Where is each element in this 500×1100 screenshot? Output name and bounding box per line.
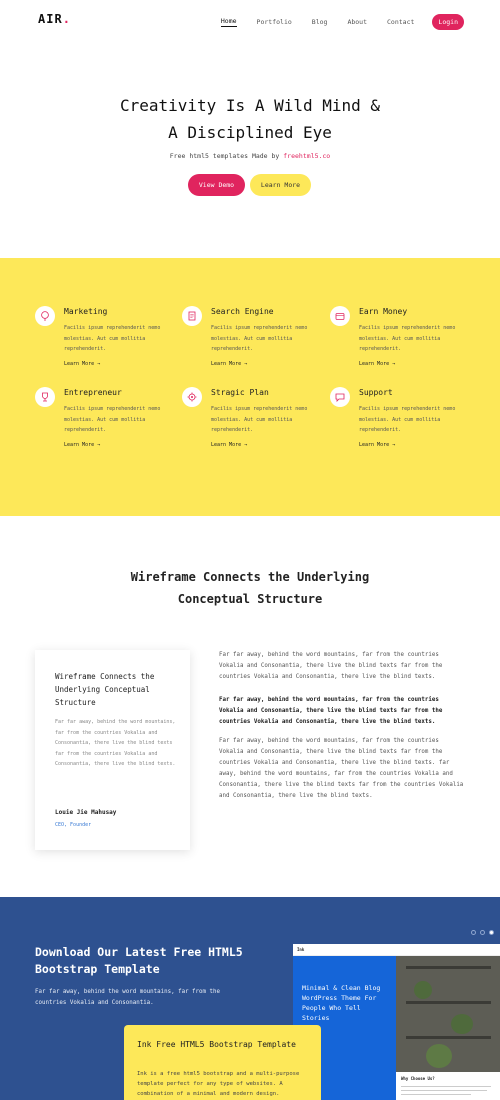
document-icon — [182, 306, 202, 326]
about-paragraph-3: Far far away, behind the word mountains,… — [219, 738, 464, 799]
service-desc: Facilis ipsum reprehenderit nemo molesti… — [64, 325, 161, 352]
hero-title: Creativity Is A Wild Mind & A Disciplined… — [119, 96, 381, 142]
arrow-right-icon: → — [392, 361, 396, 367]
nav-home[interactable]: Home — [220, 17, 237, 27]
service-learn-more[interactable]: Learn More → — [64, 361, 100, 367]
ink-text: Ink is a free html5 bootstrap and a mult… — [137, 1071, 300, 1097]
service-desc: Facilis ipsum reprehenderit nemo molesti… — [64, 406, 161, 433]
service-desc: Facilis ipsum reprehenderit nemo molesti… — [359, 325, 456, 352]
nav-about[interactable]: About — [347, 18, 367, 26]
trophy-icon — [35, 387, 55, 407]
nav-portfolio[interactable]: Portfolio — [257, 18, 292, 26]
arrow-right-icon: → — [244, 361, 248, 367]
card-title: Wireframe Connects the Underlying Concep… — [55, 672, 155, 707]
view-demo-button[interactable]: View Demo — [188, 174, 245, 196]
about-paragraph-2: Far far away, behind the word mountains,… — [219, 697, 443, 725]
service-learn-more[interactable]: Learn More → — [64, 442, 100, 448]
carousel-dot-active[interactable] — [489, 930, 494, 935]
freehtml5-link[interactable]: freehtml5.co — [283, 152, 330, 160]
service-desc: Facilis ipsum reprehenderit nemo molesti… — [211, 406, 308, 433]
carousel-dot[interactable] — [480, 930, 485, 935]
carousel-dot[interactable] — [471, 930, 476, 935]
service-learn-more[interactable]: Learn More → — [359, 442, 395, 448]
download-subtitle: Far far away, behind the word mountains,… — [35, 989, 220, 1006]
nav-contact[interactable]: Contact — [387, 18, 414, 26]
gear-icon — [182, 387, 202, 407]
service-learn-more[interactable]: Learn More → — [211, 442, 247, 448]
card-author: Louie Jie Mahusay — [55, 809, 117, 816]
ink-title: Ink Free HTML5 Bootstrap Template — [137, 1040, 296, 1049]
services-section: Marketing Facilis ipsum reprehenderit ne… — [0, 258, 500, 516]
service-title: Entrepreneur — [64, 388, 122, 397]
service-title: Stragic Plan — [211, 388, 269, 397]
arrow-right-icon: → — [392, 442, 396, 448]
chat-icon — [330, 387, 350, 407]
carousel-dots — [471, 930, 494, 935]
template-preview[interactable]: Ink Minimal & Clean Blog WordPress Theme… — [293, 944, 500, 1100]
service-learn-more[interactable]: Learn More → — [359, 361, 395, 367]
arrow-right-icon: → — [244, 442, 248, 448]
balloon-icon — [35, 306, 55, 326]
download-title: Download Our Latest Free HTML5 Bootstrap… — [35, 945, 243, 976]
service-desc: Facilis ipsum reprehenderit nemo molesti… — [211, 325, 308, 352]
testimonial-card: Wireframe Connects the Underlying Concep… — [35, 650, 190, 850]
login-button[interactable]: Login — [432, 14, 464, 30]
header: AIR. Home Portfolio Blog About Contact L… — [0, 0, 500, 42]
service-title: Marketing — [64, 307, 108, 316]
card-text: Far far away, behind the word mountains,… — [55, 719, 176, 767]
service-title: Search Engine — [211, 307, 274, 316]
arrow-right-icon: → — [97, 442, 101, 448]
main-nav: Home Portfolio Blog About Contact Login — [201, 14, 464, 30]
service-learn-more[interactable]: Learn More → — [211, 361, 247, 367]
preview-why-section: Why Choose Us? — [396, 1072, 500, 1100]
service-desc: Facilis ipsum reprehenderit nemo molesti… — [359, 406, 456, 433]
download-section: Download Our Latest Free HTML5 Bootstrap… — [0, 897, 500, 1100]
hero: Creativity Is A Wild Mind & A Disciplined… — [0, 42, 500, 258]
arrow-right-icon: → — [97, 361, 101, 367]
preview-navbar: Ink — [293, 944, 500, 956]
preview-photo — [396, 956, 500, 1072]
card-role: CEO, Founder — [55, 822, 92, 828]
preview-logo: Ink — [297, 947, 305, 952]
preview-why-title: Why Choose Us? — [401, 1076, 435, 1081]
about-paragraph-1: Far far away, behind the word mountains,… — [219, 652, 443, 680]
about-title: Wireframe Connects the Underlying Concept… — [130, 570, 370, 606]
nav-blog[interactable]: Blog — [312, 18, 328, 26]
preview-hero-text: Minimal & Clean Blog WordPress Theme For… — [302, 984, 381, 1022]
logo[interactable]: AIR. — [38, 12, 71, 26]
learn-more-button[interactable]: Learn More — [250, 174, 311, 196]
hero-subtitle: Free html5 templates Made by freehtml5.c… — [169, 152, 331, 160]
service-title: Support — [359, 388, 393, 397]
wallet-icon — [330, 306, 350, 326]
service-title: Earn Money — [359, 307, 408, 316]
ink-template-card[interactable]: Ink Free HTML5 Bootstrap Template Ink is… — [124, 1025, 321, 1100]
